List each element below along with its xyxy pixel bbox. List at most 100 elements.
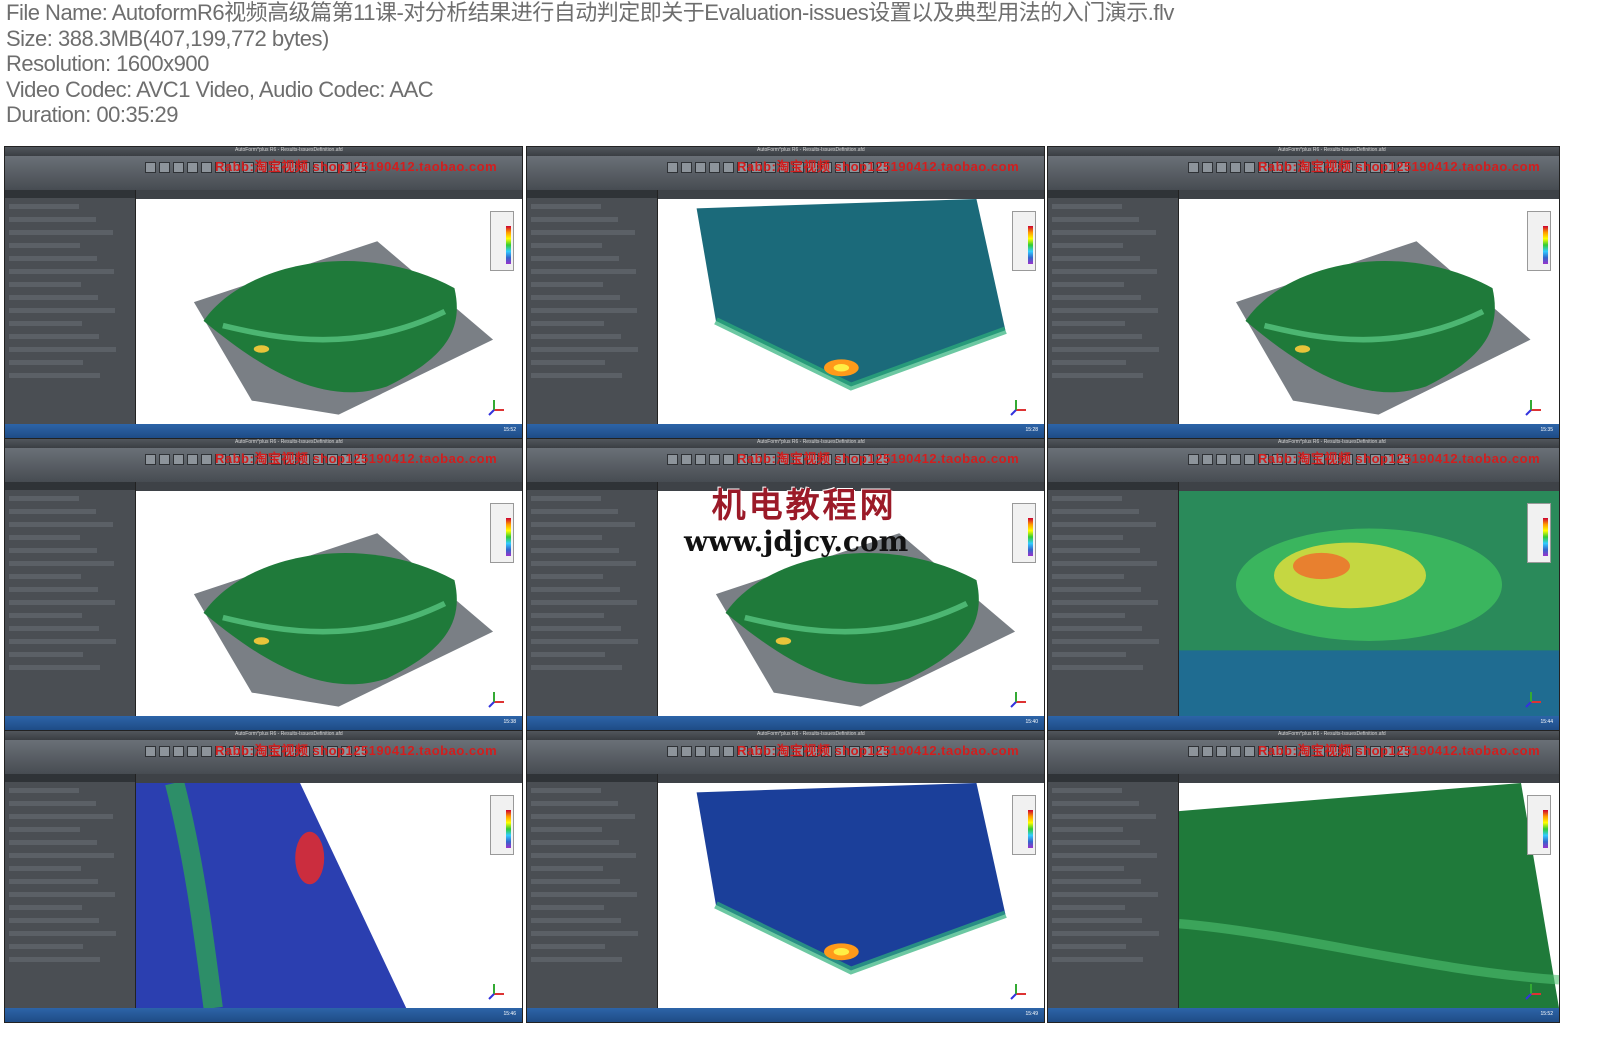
app-title-bar: AutoForm^plus R6 - Results-IssuesDefinit…	[5, 439, 522, 448]
settings-panel	[527, 774, 658, 1008]
taskbar-time: 15:44	[1540, 719, 1553, 725]
taskbar: 15:52	[5, 424, 522, 438]
settings-panel	[1048, 190, 1179, 424]
3d-viewport	[658, 783, 1044, 1008]
video-thumbnail: AutoForm^plus R6 - Results-IssuesDefinit…	[1047, 146, 1560, 439]
shop-watermark: Rabb:淘宝视频 shop125190412.taobao.com	[215, 159, 498, 174]
app-title-bar: AutoForm^plus R6 - Results-IssuesDefinit…	[1048, 147, 1559, 156]
app-title-bar: AutoForm^plus R6 - Results-IssuesDefinit…	[527, 731, 1044, 740]
video-thumbnail: AutoForm^plus R6 - Results-IssuesDefinit…	[526, 146, 1045, 439]
view-header	[1179, 190, 1559, 199]
app-title: AutoForm^plus R6 - Results-IssuesDefinit…	[757, 439, 865, 445]
app-title: AutoForm^plus R6 - Results-IssuesDefinit…	[235, 731, 343, 737]
app-title-bar: AutoForm^plus R6 - Results-IssuesDefinit…	[527, 439, 1044, 448]
taskbar: 15:38	[5, 716, 522, 730]
taskbar: 15:46	[5, 1008, 522, 1022]
taskbar: 15:44	[1048, 716, 1559, 730]
color-legend	[1012, 503, 1036, 563]
3d-viewport	[136, 491, 522, 716]
app-title: AutoForm^plus R6 - Results-IssuesDefinit…	[1278, 147, 1386, 153]
taskbar-time: 15:49	[1025, 1011, 1038, 1017]
3d-viewport	[136, 783, 522, 1008]
taskbar: 15:49	[527, 1008, 1044, 1022]
site-watermark-cn: 机电教程网	[711, 486, 897, 526]
shop-watermark: Rabb:淘宝视频 shop125190412.taobao.com	[1258, 159, 1541, 174]
app-title: AutoForm^plus R6 - Results-IssuesDefinit…	[1278, 731, 1386, 737]
3d-viewport	[1179, 199, 1559, 424]
axis-triad-icon	[1010, 692, 1026, 708]
axis-triad-icon	[1010, 984, 1026, 1000]
app-title: AutoForm^plus R6 - Results-IssuesDefinit…	[757, 731, 865, 737]
file-name: File Name: AutoformR6视频高级篇第11课-对分析结果进行自动…	[6, 0, 1174, 25]
app-title-bar: AutoForm^plus R6 - Results-IssuesDefinit…	[527, 147, 1044, 156]
view-header	[1179, 482, 1559, 491]
settings-panel	[5, 482, 136, 716]
axis-triad-icon	[1010, 400, 1026, 416]
taskbar: 15:28	[527, 424, 1044, 438]
axis-triad-icon	[1525, 984, 1541, 1000]
video-thumbnail: AutoForm^plus R6 - Results-IssuesDefinit…	[4, 438, 523, 731]
video-thumbnail: AutoForm^plus R6 - Results-IssuesDefinit…	[1047, 438, 1560, 731]
video-thumbnail: AutoForm^plus R6 - Results-IssuesDefinit…	[4, 730, 523, 1023]
video-thumbnail: AutoForm^plus R6 - Results-IssuesDefinit…	[1047, 730, 1560, 1023]
site-watermark: 机电教程网 www.jdjcy.com	[684, 478, 908, 558]
color-legend	[1527, 211, 1551, 271]
app-title: AutoForm^plus R6 - Results-IssuesDefinit…	[1278, 439, 1386, 445]
settings-panel	[5, 774, 136, 1008]
3d-viewport	[136, 199, 522, 424]
shop-watermark: Rabb:淘宝视频 shop125190412.taobao.com	[1258, 451, 1541, 466]
axis-triad-icon	[488, 692, 504, 708]
file-info: File Name: AutoformR6视频高级篇第11课-对分析结果进行自动…	[6, 0, 1594, 128]
color-legend	[1012, 211, 1036, 271]
settings-panel	[527, 482, 658, 716]
color-legend	[1012, 795, 1036, 855]
video-thumbnail: AutoForm^plus R6 - Results-IssuesDefinit…	[4, 146, 523, 439]
shop-watermark: Rabb:淘宝视频 shop125190412.taobao.com	[737, 451, 1020, 466]
shop-watermark: Rabb:淘宝视频 shop125190412.taobao.com	[737, 159, 1020, 174]
shop-watermark: Rabb:淘宝视频 shop125190412.taobao.com	[215, 743, 498, 758]
view-header	[658, 774, 1044, 783]
taskbar: 15:52	[1048, 1008, 1559, 1022]
view-header	[136, 774, 522, 783]
color-legend	[490, 211, 514, 271]
color-legend	[490, 795, 514, 855]
color-legend	[1527, 795, 1551, 855]
app-title: AutoForm^plus R6 - Results-IssuesDefinit…	[235, 439, 343, 445]
app-title: AutoForm^plus R6 - Results-IssuesDefinit…	[757, 147, 865, 153]
taskbar-time: 15:46	[503, 1011, 516, 1017]
taskbar-time: 15:52	[1540, 1011, 1553, 1017]
taskbar-time: 15:38	[503, 719, 516, 725]
settings-panel	[1048, 482, 1179, 716]
view-header	[136, 482, 522, 491]
app-title-bar: AutoForm^plus R6 - Results-IssuesDefinit…	[1048, 731, 1559, 740]
axis-triad-icon	[1525, 400, 1541, 416]
settings-panel	[1048, 774, 1179, 1008]
settings-panel	[527, 190, 658, 424]
taskbar-time: 15:35	[1540, 427, 1553, 433]
shop-watermark: Rabb:淘宝视频 shop125190412.taobao.com	[215, 451, 498, 466]
axis-triad-icon	[488, 400, 504, 416]
duration: Duration: 00:35:29	[6, 102, 179, 128]
shop-watermark: Rabb:淘宝视频 shop125190412.taobao.com	[737, 743, 1020, 758]
view-header	[136, 190, 522, 199]
view-header	[658, 190, 1044, 199]
file-size: Size: 388.3MB(407,199,772 bytes)	[6, 25, 329, 51]
video-thumbnail: AutoForm^plus R6 - Results-IssuesDefinit…	[526, 730, 1045, 1023]
site-watermark-url: www.jdjcy.com	[684, 525, 909, 558]
axis-triad-icon	[488, 984, 504, 1000]
taskbar: 15:35	[1048, 424, 1559, 438]
shop-watermark: Rabb:淘宝视频 shop125190412.taobao.com	[1258, 743, 1541, 758]
color-legend	[1527, 503, 1551, 563]
app-title: AutoForm^plus R6 - Results-IssuesDefinit…	[235, 147, 343, 153]
view-header	[1179, 774, 1559, 783]
thumbnail-grid: AutoForm^plus R6 - Results-IssuesDefinit…	[0, 146, 1600, 1046]
app-title-bar: AutoForm^plus R6 - Results-IssuesDefinit…	[1048, 439, 1559, 448]
resolution: Resolution: 1600x900	[6, 51, 209, 77]
3d-viewport	[658, 199, 1044, 424]
taskbar-time: 15:52	[503, 427, 516, 433]
axis-triad-icon	[1525, 692, 1541, 708]
taskbar: 15:40	[527, 716, 1044, 730]
video-codec: Video Codec: AVC1 Video, Audio Codec: AA…	[6, 76, 434, 102]
color-legend	[490, 503, 514, 563]
taskbar-time: 15:40	[1025, 719, 1038, 725]
